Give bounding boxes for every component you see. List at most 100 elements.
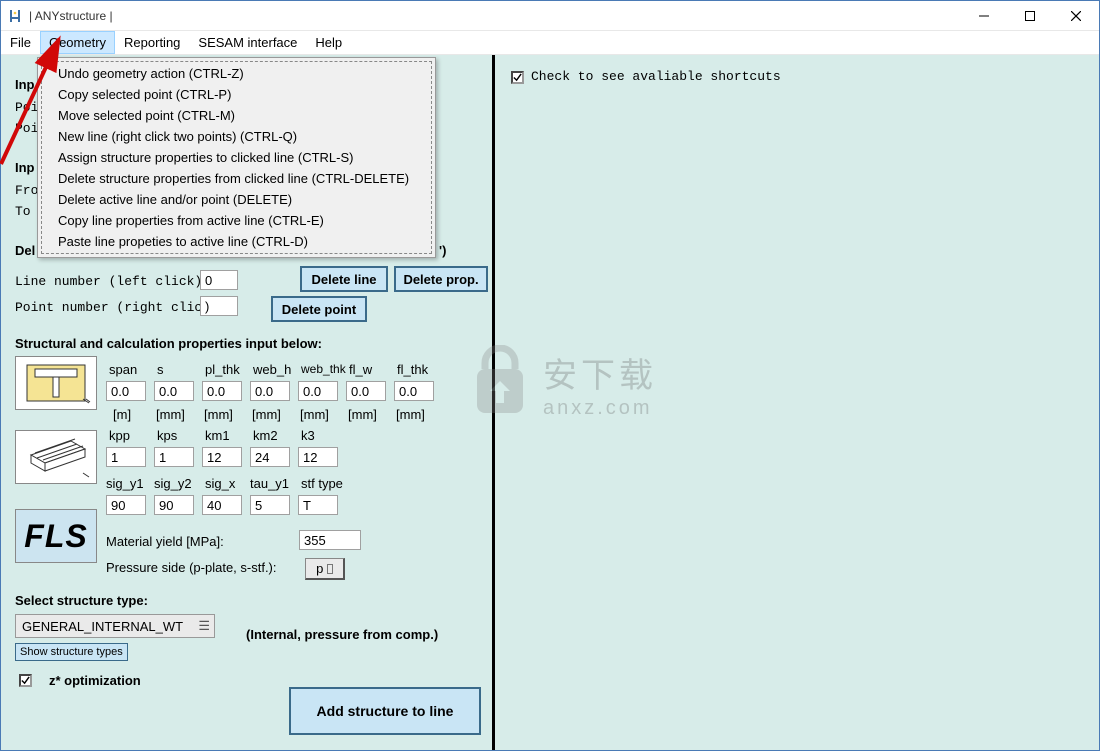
minimize-button[interactable]: [961, 1, 1007, 31]
right-panel: Check to see avaliable shortcuts 安下载 anx…: [495, 55, 1099, 750]
z-optimization-checkbox[interactable]: [19, 674, 32, 687]
inp-tauy1[interactable]: [250, 495, 290, 515]
hdr-km2: km2: [253, 428, 278, 443]
hdr-kps: kps: [157, 428, 177, 443]
window-title: | ANYstructure |: [29, 9, 113, 23]
menu-sesam[interactable]: SESAM interface: [189, 31, 306, 54]
hdr-km1: km1: [205, 428, 230, 443]
delete-point-button[interactable]: Delete point: [271, 296, 367, 322]
inp-kpp[interactable]: [106, 447, 146, 467]
dd-delete-props[interactable]: Delete structure properties from clicked…: [42, 168, 431, 189]
show-structure-types-button[interactable]: Show structure types: [15, 643, 128, 661]
inp-sigx[interactable]: [202, 495, 242, 515]
label-mat-yield: Material yield [MPa]:: [106, 534, 224, 549]
dd-new-line[interactable]: New line (right click two points) (CTRL-…: [42, 126, 431, 147]
menu-reporting[interactable]: Reporting: [115, 31, 189, 54]
plate-icon[interactable]: [15, 430, 97, 484]
menu-help[interactable]: Help: [306, 31, 351, 54]
inp-stftype[interactable]: [298, 495, 338, 515]
close-button[interactable]: [1053, 1, 1099, 31]
unit-mm-5: [mm]: [348, 407, 377, 422]
label-select-structure: Select structure type:: [15, 593, 148, 608]
inp-span[interactable]: [106, 381, 146, 401]
menubar: File Geometry Reporting SESAM interface …: [1, 31, 1099, 55]
inp-webthk[interactable]: [298, 381, 338, 401]
watermark-sub: anxz.com: [543, 397, 657, 420]
inp-k3[interactable]: [298, 447, 338, 467]
hdr-tauy1: tau_y1: [250, 476, 289, 491]
hdr-kpp: kpp: [109, 428, 130, 443]
inp-flw[interactable]: [346, 381, 386, 401]
label-internal-note: (Internal, pressure from comp.): [246, 627, 438, 642]
line-number-input[interactable]: [200, 270, 238, 290]
add-structure-button[interactable]: Add structure to line: [289, 687, 481, 735]
workarea: Inp Poi Poi Inp Fro To Del ') Line numbe…: [1, 55, 1099, 750]
unit-mm-4: [mm]: [300, 407, 329, 422]
tbeam-icon[interactable]: [15, 356, 97, 410]
dd-undo[interactable]: Undo geometry action (CTRL-Z): [42, 63, 431, 84]
hdr-sigy1: sig_y1: [106, 476, 144, 491]
unit-mm-1: [mm]: [156, 407, 185, 422]
unit-mm-3: [mm]: [252, 407, 281, 422]
label-to: To: [15, 204, 31, 219]
hdr-sigx: sig_x: [205, 476, 235, 491]
label-pressure-side: Pressure side (p-plate, s-stf.):: [106, 560, 277, 575]
label-point-number: Point number (right click):: [15, 300, 226, 315]
maximize-button[interactable]: [1007, 1, 1053, 31]
hdr-flthk: fl_thk: [397, 362, 428, 377]
red-arrow-annotation: [0, 29, 89, 169]
inp-sigy1[interactable]: [106, 495, 146, 515]
inp-webh[interactable]: [250, 381, 290, 401]
unit-mm-2: [mm]: [204, 407, 233, 422]
dd-paste-line-props[interactable]: Paste line propeties to active line (CTR…: [42, 231, 431, 252]
label-z-optimization: z* optimization: [49, 673, 141, 688]
hdr-sigy2: sig_y2: [154, 476, 192, 491]
fls-icon[interactable]: FLS: [15, 509, 97, 563]
label-line-number: Line number (left click):: [15, 274, 210, 289]
structure-type-select[interactable]: GENERAL_INTERNAL_WT ☰: [15, 614, 215, 638]
structural-props-title: Structural and calculation properties in…: [15, 336, 322, 351]
dd-copy-line-props[interactable]: Copy line properties from active line (C…: [42, 210, 431, 231]
dd-copy-point[interactable]: Copy selected point (CTRL-P): [42, 84, 431, 105]
inp-sigy2[interactable]: [154, 495, 194, 515]
label-delete: Del: [15, 243, 35, 258]
inp-km2[interactable]: [250, 447, 290, 467]
inp-flthk[interactable]: [394, 381, 434, 401]
delete-prop-button[interactable]: Delete prop.: [394, 266, 488, 292]
hdr-plthk: pl_thk: [205, 362, 240, 377]
hdr-webthk: web_thk: [301, 362, 346, 376]
dd-move-point[interactable]: Move selected point (CTRL-M): [42, 105, 431, 126]
point-number-input[interactable]: [200, 296, 238, 316]
delete-line-button[interactable]: Delete line: [300, 266, 388, 292]
label-shortcuts: Check to see avaliable shortcuts: [531, 69, 781, 84]
inp-km1[interactable]: [202, 447, 242, 467]
dd-delete-active[interactable]: Delete active line and/or point (DELETE): [42, 189, 431, 210]
hdr-k3: k3: [301, 428, 315, 443]
window-controls: [961, 1, 1099, 31]
hdr-webh: web_h: [253, 362, 291, 377]
label-delete-end: '): [439, 243, 446, 258]
geometry-dropdown: Undo geometry action (CTRL-Z) Copy selec…: [37, 57, 436, 258]
left-panel: Inp Poi Poi Inp Fro To Del ') Line numbe…: [1, 55, 492, 750]
unit-m: [m]: [113, 407, 131, 422]
hdr-s: s: [157, 362, 164, 377]
titlebar: | ANYstructure |: [1, 1, 1099, 31]
dropdown-handle-icon: ☰: [198, 618, 208, 634]
label-from: Fro: [15, 183, 38, 198]
structure-type-value: GENERAL_INTERNAL_WT: [22, 619, 183, 634]
pressure-side-button[interactable]: p: [305, 558, 345, 580]
inp-s[interactable]: [154, 381, 194, 401]
hdr-flw: fl_w: [349, 362, 372, 377]
hdr-span: span: [109, 362, 137, 377]
inp-plthk[interactable]: [202, 381, 242, 401]
app-icon: [7, 8, 23, 24]
watermark: 安下载 anxz.com: [465, 345, 657, 423]
pressure-side-value: p: [316, 561, 323, 576]
inp-mat-yield[interactable]: [299, 530, 361, 550]
hdr-stftype: stf type: [301, 476, 343, 491]
watermark-main: 安下载: [543, 348, 657, 397]
inp-kps[interactable]: [154, 447, 194, 467]
unit-mm-6: [mm]: [396, 407, 425, 422]
dd-assign-props[interactable]: Assign structure properties to clicked l…: [42, 147, 431, 168]
shortcuts-checkbox[interactable]: [511, 71, 524, 84]
